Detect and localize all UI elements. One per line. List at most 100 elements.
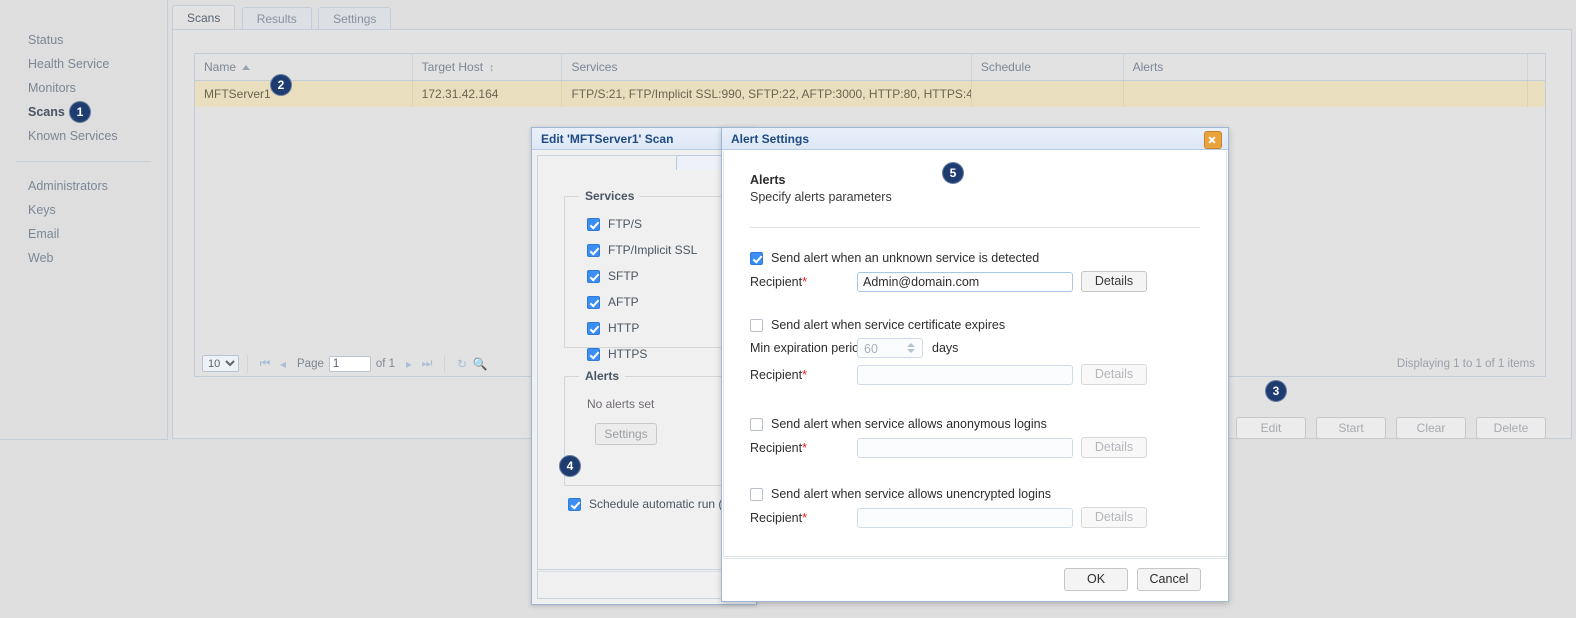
alert-checkbox-row: Send alert when an unknown service is de… — [750, 251, 1147, 265]
page-size-select[interactable]: 10 — [202, 355, 239, 372]
recipient-label: Recipient* — [750, 275, 857, 289]
sidebar-item-web[interactable]: Web — [0, 246, 167, 270]
tab-results[interactable]: Results — [241, 7, 312, 30]
sidebar-group-primary: Status Health Service Monitors Scans Kno… — [0, 0, 167, 148]
cell-name: MFTServer1 — [195, 81, 413, 107]
min-expiration-row: Min expiration period 60 days — [750, 338, 1147, 358]
alert-section-anonymous-logins: Send alert when service allows anonymous… — [750, 417, 1147, 458]
delete-button[interactable]: Delete — [1476, 417, 1546, 439]
sidebar-item-administrators[interactable]: Administrators — [0, 174, 167, 198]
alert-settings-footer: OK Cancel — [723, 558, 1227, 600]
recipient-input-certificate-expires[interactable] — [857, 364, 1073, 385]
recipient-label-text: Recipient — [750, 367, 803, 382]
edit-scan-dialog-footer — [537, 571, 751, 599]
column-header-alerts[interactable]: Alerts — [1124, 54, 1528, 80]
checkbox-aftp[interactable] — [587, 295, 600, 309]
min-expiration-stepper[interactable]: 60 — [857, 338, 923, 358]
recipient-input-anonymous-logins[interactable] — [857, 437, 1073, 458]
alert-settings-dialog-title: Alert Settings — [722, 128, 1228, 150]
min-expiration-value: 60 — [864, 342, 878, 356]
page-label: Page — [297, 357, 324, 370]
page-number-input[interactable] — [328, 355, 371, 372]
recipient-row: Recipient* Details — [750, 364, 1147, 385]
cell-target-host: 172.31.42.164 — [413, 81, 563, 107]
column-header-schedule[interactable]: Schedule — [972, 54, 1124, 80]
recipient-input-unknown-service[interactable] — [857, 271, 1073, 292]
recipient-label: Recipient* — [750, 511, 857, 525]
sidebar-group-secondary: Administrators Keys Email Web — [0, 174, 167, 270]
checkbox-certificate-expires[interactable] — [750, 318, 763, 332]
pager-divider — [247, 354, 248, 373]
alerts-subheading: Specify alerts parameters — [750, 190, 892, 204]
cell-services: FTP/S:21, FTP/Implicit SSL:990, SFTP:22,… — [562, 81, 972, 107]
details-button-unknown-service[interactable]: Details — [1081, 271, 1147, 292]
column-header-name[interactable]: Name — [195, 54, 413, 80]
clear-button[interactable]: Clear — [1396, 417, 1466, 439]
close-icon[interactable] — [1204, 131, 1222, 149]
sidebar-item-health-service[interactable]: Health Service — [0, 52, 167, 76]
sidebar-item-status[interactable]: Status — [0, 28, 167, 52]
next-page-icon[interactable]: ▸ — [400, 357, 418, 371]
recipient-input-unencrypted-logins[interactable] — [857, 507, 1073, 528]
checkbox-sftp[interactable] — [587, 269, 600, 283]
checkbox-anonymous-logins[interactable] — [750, 417, 763, 431]
checkbox-unknown-service-detected[interactable] — [750, 251, 763, 265]
checkbox-ftps[interactable] — [587, 217, 600, 231]
sidebar-item-label: Monitors — [28, 81, 76, 95]
checkbox-http[interactable] — [587, 321, 600, 335]
sidebar-item-label: Status — [28, 33, 64, 47]
alert-settings-body: Alerts Specify alerts parameters Send al… — [723, 151, 1227, 557]
alert-checkbox-label: Send alert when service allows unencrypt… — [771, 487, 1052, 501]
sidebar-item-keys[interactable]: Keys — [0, 198, 167, 222]
checkbox-unencrypted-logins[interactable] — [750, 487, 763, 501]
pager-divider-2 — [444, 354, 446, 373]
edit-button[interactable]: Edit — [1236, 417, 1306, 439]
page-total-label: of 1 — [375, 357, 396, 370]
alert-checkbox-row: Send alert when service certificate expi… — [750, 318, 1147, 332]
cell-spacer — [1528, 81, 1545, 107]
callout-badge-3: 3 — [1265, 380, 1287, 402]
tab-bar: Scans Results Settings — [172, 5, 394, 30]
recipient-label: Recipient* — [750, 368, 857, 382]
alert-checkbox-row: Send alert when service allows unencrypt… — [750, 487, 1147, 501]
first-page-icon[interactable]: ⏮ — [256, 356, 274, 371]
service-label: FTP/Implicit SSL — [608, 243, 698, 257]
tab-settings[interactable]: Settings — [318, 7, 392, 30]
min-expiration-label: Min expiration period — [750, 341, 867, 355]
column-header-services[interactable]: Services — [562, 54, 972, 80]
checkbox-https[interactable] — [587, 347, 600, 361]
recipient-label: Recipient* — [750, 441, 857, 455]
sidebar-item-label: Health Service — [28, 57, 110, 71]
column-header-target-host[interactable]: Target Host — [413, 54, 563, 80]
tab-scans[interactable]: Scans — [172, 5, 236, 30]
schedule-row: Schedule automatic run (0 12 — [568, 497, 746, 511]
stepper-up-icon[interactable] — [907, 343, 915, 347]
sidebar-divider — [16, 161, 151, 162]
sidebar-item-known-services[interactable]: Known Services — [0, 124, 167, 148]
start-button[interactable]: Start — [1316, 417, 1386, 439]
stepper-down-icon[interactable] — [907, 349, 915, 353]
sidebar-item-monitors[interactable]: Monitors — [0, 76, 167, 100]
checkbox-schedule-automatic-run[interactable] — [568, 497, 581, 511]
checkbox-ftp-implicit-ssl[interactable] — [587, 243, 600, 257]
service-label: AFTP — [608, 295, 639, 309]
details-button-anonymous-logins[interactable]: Details — [1081, 437, 1147, 458]
alerts-settings-button[interactable]: Settings — [595, 423, 657, 445]
cancel-button[interactable]: Cancel — [1137, 568, 1201, 591]
search-icon[interactable]: 🔍 — [471, 357, 489, 371]
sidebar-item-label: Administrators — [28, 179, 108, 193]
details-button-certificate-expires[interactable]: Details — [1081, 364, 1147, 385]
ok-button[interactable]: OK — [1064, 568, 1128, 591]
callout-badge-2: 2 — [270, 74, 292, 96]
sidebar-item-email[interactable]: Email — [0, 222, 167, 246]
details-button-unencrypted-logins[interactable]: Details — [1081, 507, 1147, 528]
alert-section-unencrypted-logins: Send alert when service allows unencrypt… — [750, 487, 1147, 528]
recipient-label-text: Recipient — [750, 510, 803, 525]
last-page-icon[interactable]: ⏭ — [418, 356, 436, 371]
alert-checkbox-row: Send alert when service allows anonymous… — [750, 417, 1147, 431]
alert-checkbox-label: Send alert when service certificate expi… — [771, 318, 1006, 332]
table-row[interactable]: MFTServer1 172.31.42.164 FTP/S:21, FTP/I… — [195, 81, 1545, 107]
previous-page-icon[interactable]: ◂ — [274, 357, 292, 371]
refresh-icon[interactable]: ↻ — [453, 357, 471, 371]
edit-scan-dialog-body: Services FTP/S FTP/Implicit SSL SFTP — [537, 155, 801, 570]
